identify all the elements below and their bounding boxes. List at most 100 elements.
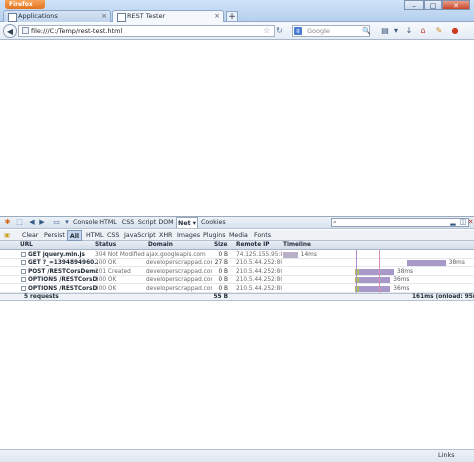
close-window-button[interactable]: ✕: [442, 0, 470, 10]
firebug-icon[interactable]: ●: [450, 25, 460, 37]
request-time: 38ms: [448, 260, 465, 266]
search-icon: ⌕: [333, 218, 337, 226]
request-url: OPTIONS /RESTCorsDem: [28, 286, 98, 292]
download-icon[interactable]: ↓: [404, 25, 414, 37]
tab-rest-tester[interactable]: REST Tester ×: [112, 10, 224, 22]
tab-script[interactable]: Script: [137, 217, 157, 228]
back-button[interactable]: ◀: [3, 24, 17, 38]
bookmarks-menu-icon[interactable]: ▤: [380, 25, 390, 37]
request-count: 5 requests: [24, 294, 59, 300]
request-status: 304 Not Modified: [95, 252, 145, 258]
tab-html[interactable]: HTML: [98, 217, 118, 228]
filter-html-button[interactable]: HTML: [86, 230, 104, 241]
expand-icon[interactable]: [21, 277, 26, 282]
filter-fonts-button[interactable]: Fonts: [254, 230, 271, 241]
close-tab-icon[interactable]: ×: [101, 11, 107, 22]
back-arrow-icon[interactable]: ◀: [28, 217, 36, 228]
tab-css[interactable]: CSS: [120, 217, 136, 228]
filter-media-button[interactable]: Media: [229, 230, 248, 241]
reload-icon[interactable]: ↻: [276, 25, 283, 37]
close-icon[interactable]: ✕: [467, 217, 474, 228]
search-engine-icon[interactable]: g: [294, 27, 302, 35]
filter-css-button[interactable]: CSS: [107, 230, 119, 241]
close-tab-icon[interactable]: ×: [214, 11, 220, 22]
net-panel-icon: ▣: [4, 232, 10, 239]
total-size: 55 B: [213, 294, 228, 300]
filter-plugins-button[interactable]: Plugins: [203, 230, 226, 241]
net-summary-row: [0, 293, 474, 301]
page-content: [0, 41, 474, 215]
firefox-menu-button[interactable]: Firefox: [5, 0, 45, 9]
request-domain: developerscrappad.com:8080: [146, 286, 212, 292]
column-domain[interactable]: Domain: [148, 241, 173, 250]
chevron-down-icon[interactable]: ▾: [63, 217, 71, 228]
page-identity-icon[interactable]: [22, 27, 29, 34]
request-status: 200 OK: [95, 286, 117, 292]
column-url[interactable]: URL: [20, 241, 33, 250]
request-domain: developerscrappad.com:8080: [146, 277, 212, 283]
expand-icon[interactable]: [21, 260, 26, 265]
total-time: 161ms (onload: 95ms): [412, 294, 474, 300]
addon-icon[interactable]: ✎: [434, 25, 444, 37]
filter-images-button[interactable]: Images: [177, 230, 200, 241]
column-timeline[interactable]: Timeline: [283, 241, 311, 250]
filter-xhr-button[interactable]: XHR: [159, 230, 172, 241]
minimize-panel-icon[interactable]: ▂: [449, 217, 457, 228]
minimize-button[interactable]: –: [404, 0, 424, 10]
timeline-bar: [355, 269, 394, 275]
home-icon[interactable]: ⌂: [418, 25, 428, 37]
request-time: 14ms: [300, 252, 317, 258]
timeline-bar: [355, 277, 391, 283]
filter-all-button[interactable]: All: [67, 230, 82, 241]
layout-icon[interactable]: ▭: [52, 217, 61, 228]
request-remote-ip: 210.5.44.252:8080: [236, 269, 282, 275]
timeline-bar: [355, 286, 391, 292]
request-status: 200 OK: [95, 277, 117, 283]
persist-button[interactable]: Persist: [44, 230, 65, 241]
request-url: POST /RESTCorsDemo/r: [28, 269, 98, 275]
new-tab-button[interactable]: +: [226, 11, 238, 22]
chevron-down-icon[interactable]: ▾: [392, 25, 400, 37]
firebug-menu-icon[interactable]: ✱: [3, 217, 12, 228]
status-bar: [0, 449, 474, 462]
column-size[interactable]: Size: [214, 241, 227, 250]
expand-icon[interactable]: [21, 269, 26, 274]
request-size: 0 B: [218, 252, 228, 258]
detach-panel-icon[interactable]: ◫: [459, 217, 467, 228]
search-input[interactable]: [292, 25, 370, 37]
tab-cookies[interactable]: Cookies: [201, 217, 226, 228]
request-remote-ip: 210.5.44.252:8080: [236, 277, 282, 283]
search-go-icon[interactable]: 🔍: [362, 25, 371, 37]
request-remote-ip: 210.5.44.252:8080: [236, 286, 282, 292]
request-status: 200 OK: [95, 260, 117, 266]
tab-applications[interactable]: Applications ×: [3, 10, 111, 22]
forward-arrow-icon[interactable]: ▶: [38, 217, 46, 228]
request-remote-ip: 74.125.155.95:80: [236, 252, 282, 258]
bookmark-star-icon[interactable]: ☆: [263, 25, 270, 37]
tab-dom[interactable]: DOM: [158, 217, 174, 228]
expand-icon[interactable]: [21, 286, 26, 291]
status-links[interactable]: Links: [438, 450, 455, 461]
request-time: 38ms: [397, 269, 414, 275]
timeline-bar: [283, 252, 298, 258]
expand-icon[interactable]: [21, 252, 26, 257]
maximize-button[interactable]: □: [424, 0, 442, 10]
filter-javascript-button[interactable]: JavaScript: [124, 230, 156, 241]
request-domain: ajax.googleapis.com: [146, 252, 206, 258]
column-status[interactable]: Status: [95, 241, 116, 250]
request-time: 36ms: [393, 277, 410, 283]
request-size: 27 B: [214, 260, 228, 266]
clear-button[interactable]: Clear: [22, 230, 38, 241]
request-size: 0 B: [218, 286, 228, 292]
tab-console[interactable]: Console: [73, 217, 98, 228]
request-remote-ip: 210.5.44.252:8080: [236, 260, 282, 266]
page-icon: [117, 13, 126, 22]
tab-net[interactable]: Net ▾: [176, 217, 198, 228]
request-domain: developerscrappad.com:8080: [146, 260, 212, 266]
request-url: GET jquery.min.js: [28, 252, 85, 258]
url-text[interactable]: file:///C:/Temp/rest-test.html: [31, 25, 122, 37]
column-remote-ip[interactable]: Remote IP: [236, 241, 270, 250]
inspect-icon[interactable]: ⬚: [15, 217, 24, 228]
request-size: 0 B: [218, 277, 228, 283]
search-placeholder[interactable]: Google: [307, 25, 330, 37]
